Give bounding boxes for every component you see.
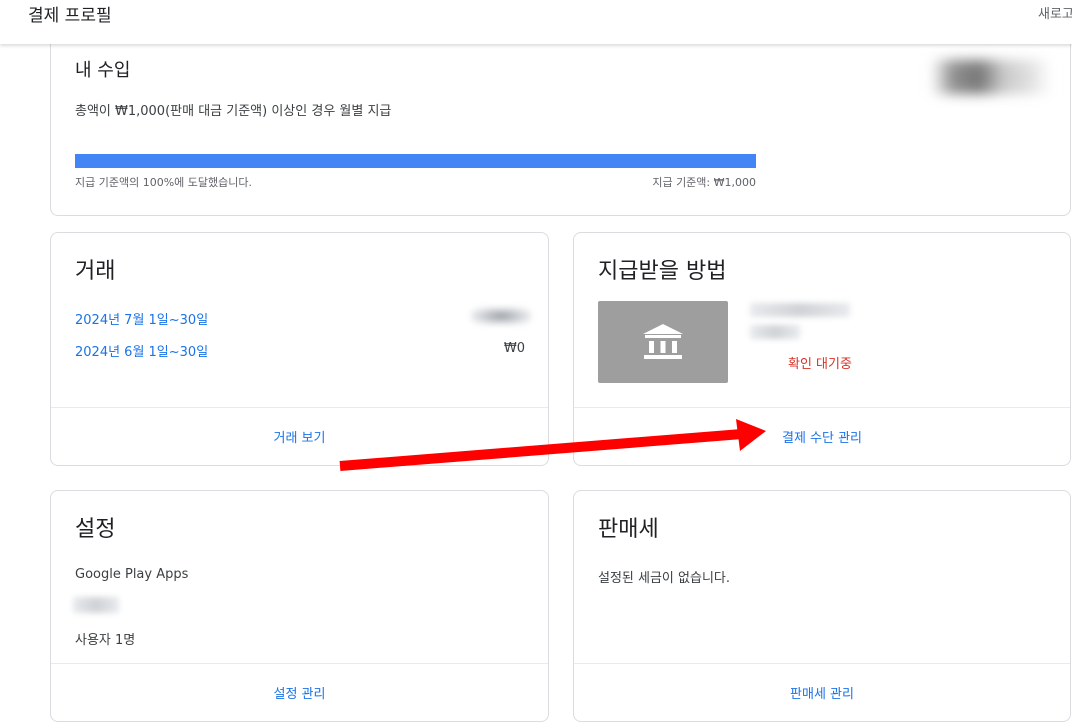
- bank-icon: [643, 324, 683, 359]
- transactions-card: 거래 2024년 7월 1일~30일 2024년 6월 1일~30일 ₩0 거래…: [50, 232, 549, 466]
- manage-payment-methods-link[interactable]: 결제 수단 관리: [782, 427, 862, 446]
- sales-tax-title: 판매세: [598, 517, 659, 542]
- top-bar: 결제 프로필 새로고: [0, 0, 1072, 44]
- transaction-amount: ₩0: [503, 341, 525, 356]
- payout-method-card: 지급받을 방법 확인 대기중 결제 수단 관리: [573, 232, 1071, 466]
- payout-title: 지급받을 방법: [598, 259, 727, 284]
- transaction-row: 2024년 6월 1일~30일 ₩0: [75, 341, 525, 360]
- settings-title: 설정: [75, 517, 116, 542]
- refresh-button[interactable]: 새로고: [1038, 3, 1072, 22]
- sales-tax-message: 설정된 세금이 없습니다.: [598, 571, 730, 586]
- progress-status-label: 지급 기준액의 100%에 도달했습니다.: [75, 176, 252, 189]
- earnings-title: 내 수입: [75, 60, 131, 81]
- redacted-amount: [471, 307, 531, 325]
- manage-sales-tax-link[interactable]: 판매세 관리: [790, 683, 854, 702]
- transaction-row: 2024년 7월 1일~30일: [75, 309, 525, 328]
- page-title: 결제 프로필: [28, 6, 112, 26]
- transactions-footer: 거래 보기: [51, 407, 548, 465]
- redacted-account-id: [73, 597, 119, 613]
- bank-account-tile: [598, 301, 728, 383]
- settings-card: 설정 Google Play Apps 사용자 1명 설정 관리: [50, 490, 549, 722]
- redacted-account-name: [750, 303, 850, 317]
- earnings-card: 내 수입 총액이 ₩1,000(판매 대금 기준액) 이상인 경우 월별 지급 …: [50, 30, 1071, 216]
- redacted-account-number: [750, 325, 800, 339]
- settings-footer: 설정 관리: [51, 663, 548, 721]
- transactions-title: 거래: [75, 259, 116, 284]
- product-name: Google Play Apps: [75, 567, 189, 582]
- payout-threshold-progress: [75, 154, 756, 168]
- progress-fill: [75, 154, 756, 168]
- users-link[interactable]: 사용자 1명: [75, 629, 135, 648]
- view-transactions-link[interactable]: 거래 보기: [274, 427, 326, 446]
- earnings-description: 총액이 ₩1,000(판매 대금 기준액) 이상인 경우 월별 지급: [75, 104, 392, 119]
- verification-status: 확인 대기중: [788, 357, 852, 372]
- payout-footer: 결제 수단 관리: [574, 407, 1070, 465]
- threshold-label: 지급 기준액: ₩1,000: [652, 176, 756, 189]
- transaction-period-link[interactable]: 2024년 6월 1일~30일: [75, 345, 208, 360]
- transaction-period-link[interactable]: 2024년 7월 1일~30일: [75, 313, 208, 328]
- payments-profile-page: 결제 프로필 새로고 내 수입 총액이 ₩1,000(판매 대금 기준액) 이상…: [0, 0, 1072, 722]
- sales-tax-footer: 판매세 관리: [574, 663, 1070, 721]
- manage-settings-link[interactable]: 설정 관리: [274, 683, 326, 702]
- sales-tax-card: 판매세 설정된 세금이 없습니다. 판매세 관리: [573, 490, 1071, 722]
- redacted-balance: [931, 60, 1051, 94]
